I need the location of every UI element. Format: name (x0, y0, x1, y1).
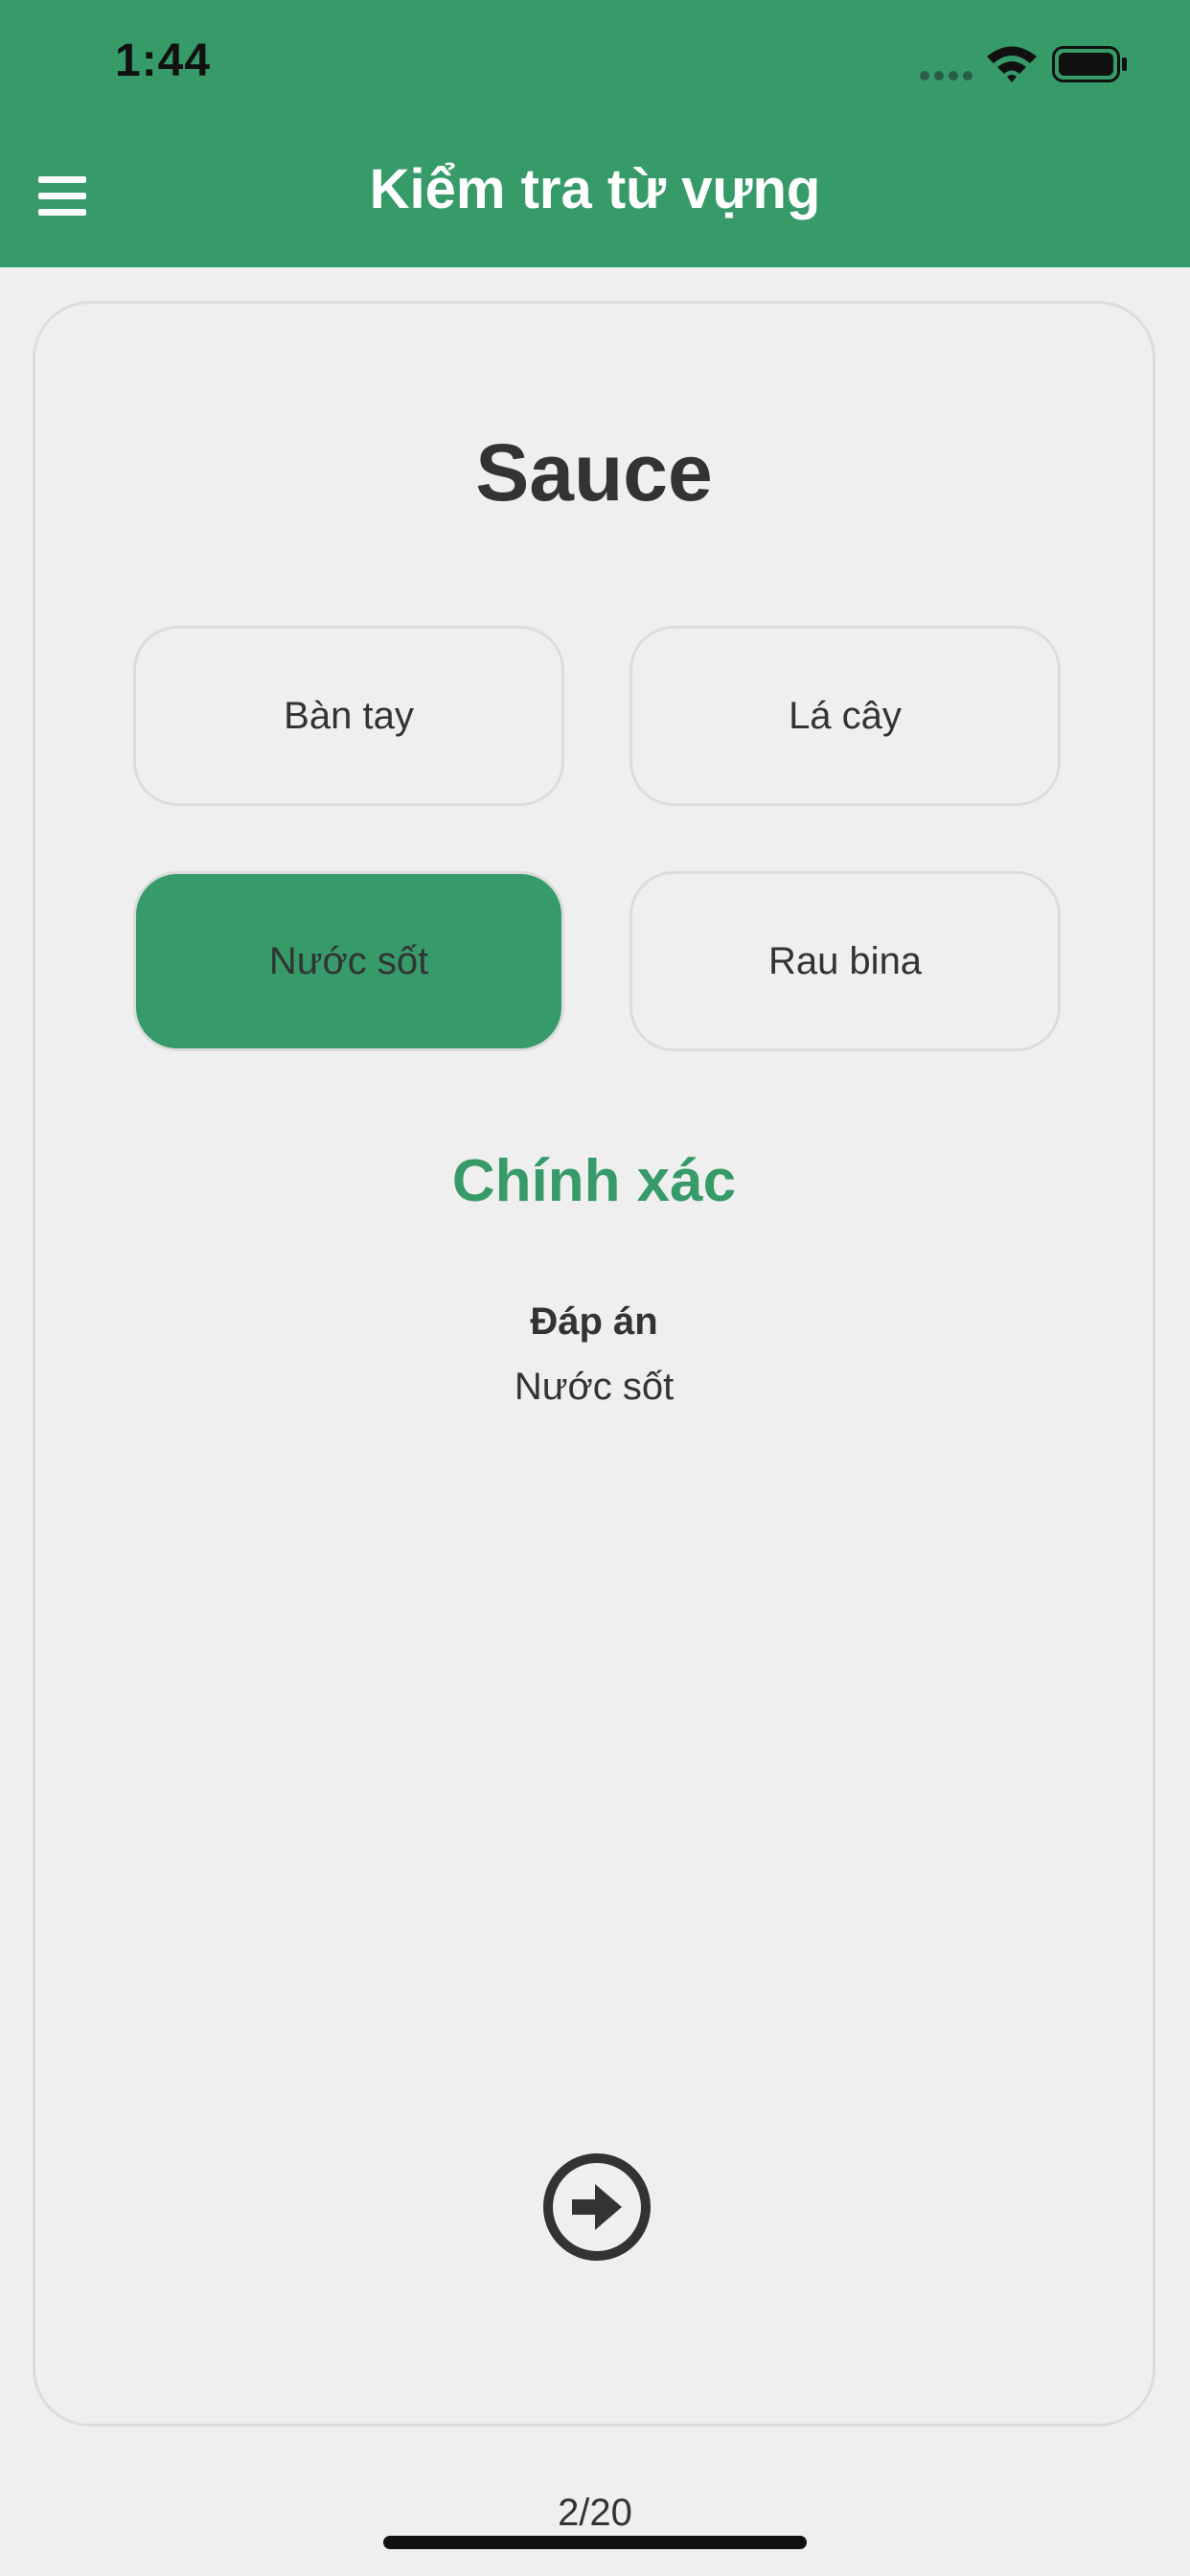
answer-option-label: Bàn tay (284, 694, 414, 737)
app-header: 1:44 Kiểm tra từ vựng (0, 0, 1190, 267)
arrow-right-circle-icon[interactable] (541, 2151, 652, 2263)
answer-option-label: Nước sốt (268, 939, 429, 982)
result-text: Chính xác (451, 1148, 737, 1214)
quiz-word: Sauce (475, 427, 713, 518)
page-title: Kiểm tra từ vựng (369, 158, 821, 220)
quiz-card: Sauce Bàn tay Lá cây Nước sốt Rau bina C… (33, 301, 1156, 2426)
answer-label: Đáp án (530, 1300, 658, 1343)
answer-option-nuoc-sot[interactable]: Nước sốt (133, 871, 564, 1051)
answer-option-label: Lá cây (789, 694, 902, 737)
answer-option-rau-bina[interactable]: Rau bina (629, 871, 1061, 1051)
answer-option-label: Rau bina (767, 939, 923, 982)
answer-option-ban-tay[interactable]: Bàn tay (133, 626, 564, 806)
battery-icon (1052, 46, 1127, 82)
answer-value: Nước sốt (514, 1366, 675, 1408)
status-time: 1:44 (115, 35, 212, 86)
home-indicator[interactable] (383, 2536, 807, 2549)
wifi-icon (987, 46, 1037, 82)
cellular-signal-icon (920, 71, 973, 80)
progress-counter: 2/20 (558, 2492, 632, 2534)
answer-option-la-cay[interactable]: Lá cây (629, 626, 1061, 806)
